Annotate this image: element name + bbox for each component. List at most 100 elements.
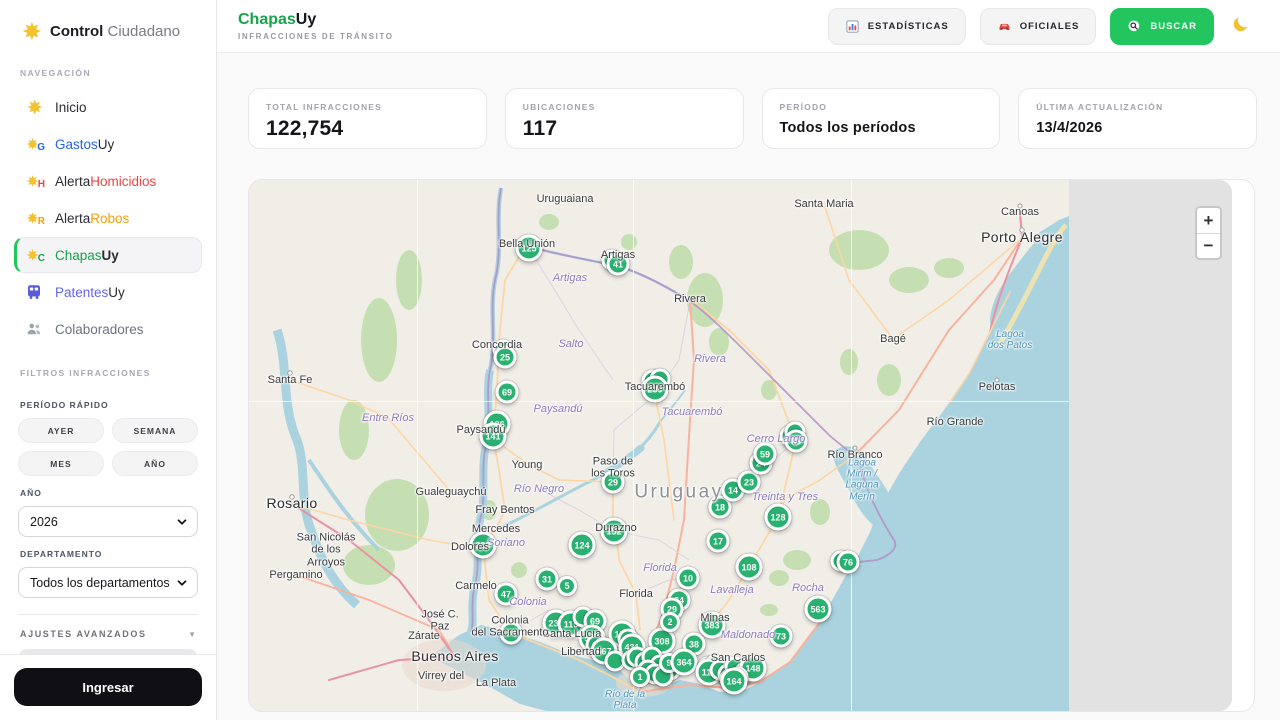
stat-card-periodo: PERÍODO Todos los períodos [762,88,1001,149]
app-logo[interactable]: Control Ciudadano [14,18,202,62]
stat-label: TOTAL INFRACCIONES [266,102,469,112]
stat-card-ubicaciones: UBICACIONES 117 [505,88,744,149]
map-cluster-marker[interactable]: 74 [500,622,523,645]
map-cluster-marker[interactable]: 124 [569,532,596,559]
chevron-down-icon [175,515,189,529]
gastos-app-icon: G [25,135,45,153]
year-label: AÑO [20,488,196,498]
filters-panel: FILTROS INFRACCIONES PERÍODO RÁPIDO AYER… [14,348,202,654]
sidebar-item-inicio[interactable]: Inicio [14,89,202,125]
map-cluster-marker[interactable]: 83 [785,430,808,453]
map-cluster-marker[interactable]: 164 [721,668,748,695]
moon-icon [1231,15,1250,34]
advanced-settings-label: AJUSTES AVANZADOS [20,629,147,639]
officials-button[interactable]: OFICIALES [980,8,1097,45]
map-cluster-marker[interactable]: 563 [805,596,832,623]
nav-section-header: NAVEGACIÓN [14,62,202,88]
sidebar-item-gastosuy[interactable]: G GastosUy [14,126,202,162]
sidebar-item-patentesuy[interactable]: PatentesUy [14,274,202,310]
brand-name: Control Ciudadano [50,23,180,40]
map-cluster-marker[interactable]: 41 [607,253,630,276]
department-label: DEPARTAMENTO [20,549,196,559]
chapas-app-icon: C [25,246,45,264]
map-tiles [249,180,1232,711]
sidebar-item-label: PatentesUy [55,285,125,300]
stat-value: 122,754 [266,117,469,141]
map-cluster-marker[interactable]: 152 [601,518,628,545]
map-canvas[interactable]: + − UruguaianaSanta MariaCanoasPorto Ale… [249,180,1232,711]
map-cluster-marker[interactable]: 25 [494,346,517,369]
tile-seam [417,180,418,711]
map-cluster-marker[interactable]: 5 [557,576,577,596]
sidebar-item-alerta-homicidios[interactable]: H AlertaHomicidios [14,163,202,199]
stat-label: PERÍODO [780,102,983,112]
page-subtitle: INFRACCIONES DE TRÁNSITO [238,32,394,41]
year-select[interactable]: 2026 [18,506,198,537]
map-cluster-marker[interactable]: 47 [495,583,518,606]
page-header: ChapasUy INFRACCIONES DE TRÁNSITO ESTADÍ… [217,0,1280,53]
stat-card-actualizacion: ÚLTIMA ACTUALIZACIÓN 13/4/2026 [1018,88,1257,149]
search-button[interactable]: BUSCAR [1110,8,1214,45]
stat-label: UBICACIONES [523,102,726,112]
login-button[interactable]: Ingresar [14,668,202,706]
sun-icon [25,98,45,116]
period-label: PERÍODO RÁPIDO [20,400,196,410]
sidebar-item-label: AlertaHomicidios [55,174,156,189]
map-cluster-marker[interactable]: 10 [677,567,700,590]
map-card: + − UruguaianaSanta MariaCanoasPorto Ale… [248,179,1255,712]
map-cluster-marker[interactable]: 69 [496,381,519,404]
map-cluster-marker[interactable]: 383 [699,612,726,639]
zoom-in-button[interactable]: + [1197,208,1220,233]
map-cluster-marker[interactable]: 29 [602,471,625,494]
sidebar-item-alerta-robos[interactable]: R AlertaRobos [14,200,202,236]
map-cluster-marker[interactable]: 108 [736,554,763,581]
search-icon [1127,19,1142,34]
department-select[interactable]: Todos los departamentos [18,567,198,598]
sidebar-item-label: Inicio [55,100,87,115]
sidebar-item-chapasuy[interactable]: C ChapasUy [14,237,202,273]
period-semana-button[interactable]: SEMANA [112,418,198,443]
officials-label: OFICIALES [1020,21,1080,32]
map-cluster-marker[interactable]: 2 [660,612,680,632]
search-label: BUSCAR [1150,21,1197,32]
period-ayer-button[interactable]: AYER [18,418,104,443]
map-cluster-marker[interactable]: 59 [754,443,777,466]
theme-toggle-button[interactable] [1228,14,1252,38]
map-cluster-marker[interactable]: 239 [642,376,669,403]
map-cluster-marker[interactable]: 364 [671,649,698,676]
robos-app-icon: R [25,209,45,227]
bar-chart-icon [845,19,860,34]
department-select-value: Todos los departamentos [30,576,170,590]
sidebar-item-label: ChapasUy [55,248,119,263]
year-select-value: 2026 [30,515,58,529]
map-zoom-control: + − [1195,206,1222,260]
stats-row: TOTAL INFRACCIONES 122,754 UBICACIONES 1… [248,88,1257,149]
map-cluster-marker[interactable]: 31 [536,568,559,591]
map-cluster-marker[interactable]: 17 [707,530,730,553]
homicidios-app-icon: H [25,172,45,190]
statistics-label: ESTADÍSTICAS [868,21,949,32]
stat-value: 13/4/2026 [1036,120,1239,136]
map-cluster-marker[interactable]: 209 [470,532,497,559]
sidebar: Control Ciudadano NAVEGACIÓN Inicio G Ga… [0,0,217,720]
map-cluster-marker[interactable]: 125 [516,235,543,262]
tile-seam [851,180,852,711]
people-icon [25,320,45,338]
chevron-down-icon: ▼ [188,630,196,639]
chevron-down-icon [175,576,189,590]
page-title: ChapasUy [238,11,394,29]
zoom-out-button[interactable]: − [1197,233,1220,258]
period-mes-button[interactable]: MES [18,451,104,476]
map-cluster-marker[interactable]: 141 [480,423,507,450]
map-cluster-marker[interactable]: 73 [770,625,793,648]
stat-label: ÚLTIMA ACTUALIZACIÓN [1036,102,1239,112]
statistics-button[interactable]: ESTADÍSTICAS [828,8,966,45]
filters-section-header: FILTROS INFRACCIONES [14,362,202,388]
map-cluster-marker[interactable]: 76 [837,551,860,574]
map-cluster-marker[interactable]: 128 [765,504,792,531]
car-icon [997,19,1012,34]
sidebar-item-colaboradores[interactable]: Colaboradores [14,311,202,347]
map-cluster-marker[interactable]: 1 [630,667,650,687]
advanced-settings-toggle[interactable]: AJUSTES AVANZADOS ▼ [20,629,196,639]
period-ano-button[interactable]: AÑO [112,451,198,476]
